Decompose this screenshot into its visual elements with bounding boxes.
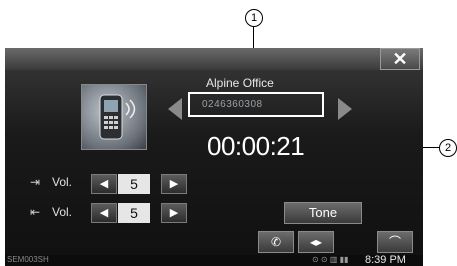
- mobile-phone-icon: [99, 94, 136, 140]
- volume-label: Vol.: [52, 205, 73, 219]
- caller-name: Alpine Office: [206, 76, 274, 90]
- volume-1-value: 5: [118, 174, 150, 194]
- volume-2-increase-button[interactable]: ▶: [161, 203, 187, 223]
- caller-number: 0246360308: [188, 92, 324, 117]
- status-bar: [5, 255, 423, 266]
- tone-button[interactable]: Tone: [284, 202, 362, 224]
- phone-image: [81, 84, 147, 150]
- volume-1-increase-button[interactable]: ▶: [161, 174, 187, 194]
- transfer-button[interactable]: ◂▸: [298, 231, 334, 253]
- volume-2-decrease-button[interactable]: ◀: [91, 203, 117, 223]
- volume-label: Vol.: [52, 175, 73, 189]
- outgoing-volume-icon: ⇥: [30, 175, 41, 189]
- callout-2: 2: [439, 139, 457, 157]
- clock: 8:39 PM: [365, 254, 406, 266]
- top-bar: [5, 48, 423, 70]
- status-icons: ⊙ ⊙ ▥ ▮▮: [312, 255, 349, 264]
- hang-up-button[interactable]: ⌒: [377, 231, 413, 253]
- volume-1-decrease-button[interactable]: ◀: [91, 174, 117, 194]
- next-number-arrow-icon[interactable]: [338, 98, 352, 120]
- call-timer: 00:00:21: [207, 131, 305, 161]
- callout-1: 1: [245, 9, 263, 27]
- close-button[interactable]: ✕: [380, 48, 420, 70]
- volume-2-value: 5: [118, 203, 150, 223]
- incoming-volume-icon: ⇤: [30, 205, 41, 219]
- previous-number-arrow-icon[interactable]: [168, 98, 182, 120]
- figure-code: SEM003SH: [7, 255, 49, 264]
- handset-button[interactable]: ✆: [258, 231, 294, 253]
